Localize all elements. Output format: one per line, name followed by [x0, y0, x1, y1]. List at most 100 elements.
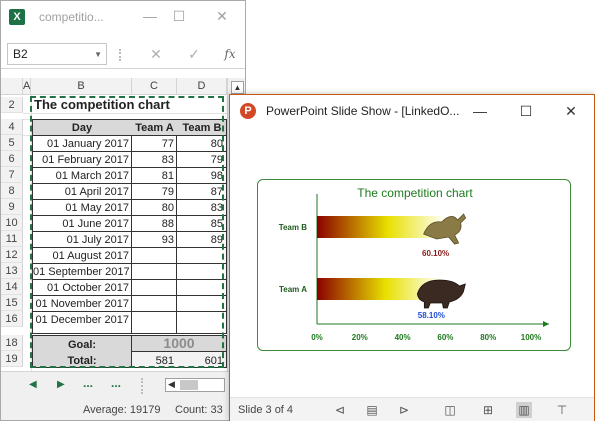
slide-menu-icon[interactable]: ▤	[364, 402, 380, 418]
powerpoint-title-bar[interactable]: P PowerPoint Slide Show - [LinkedO... — …	[230, 95, 594, 127]
cell-day[interactable]: 01 October 2017	[33, 280, 129, 296]
powerpoint-minimize-button[interactable]: —	[470, 101, 490, 121]
cancel-icon[interactable]: ✕	[147, 45, 165, 63]
previous-slide-icon[interactable]: ⊲	[332, 402, 348, 418]
horizontal-scrollbar[interactable]: ◀	[165, 378, 225, 392]
column-header-b[interactable]: B	[31, 78, 132, 95]
cell-day[interactable]: 01 January 2017	[33, 136, 129, 152]
chevron-down-icon[interactable]: ▼	[94, 50, 102, 59]
cell-day[interactable]: 01 December 2017	[33, 312, 129, 328]
slide-show-icon[interactable]: ⊤	[554, 402, 570, 418]
cell-team-b[interactable]	[177, 248, 223, 264]
slide-sorter-icon[interactable]: ⊞	[480, 402, 496, 418]
excel-title-bar[interactable]: X competitio... — ☐ ✕	[1, 1, 245, 35]
check-icon[interactable]: ✓	[185, 45, 203, 63]
total-team-a[interactable]: 581	[132, 353, 174, 369]
row-header[interactable]: 18	[1, 335, 23, 351]
total-team-b[interactable]: 601	[177, 353, 223, 369]
tab-splitter[interactable]	[141, 378, 143, 394]
table-header-team-b[interactable]: Team B	[177, 120, 227, 136]
row-header[interactable]: 13	[1, 263, 23, 279]
row-header[interactable]: 2	[1, 97, 23, 113]
column-header-d[interactable]: D	[177, 78, 227, 95]
cell-team-a[interactable]: 77	[132, 136, 174, 152]
cell-team-b[interactable]: 87	[177, 184, 223, 200]
cell-team-a[interactable]	[132, 312, 174, 328]
cell-team-b[interactable]: 89	[177, 232, 223, 248]
goal-label[interactable]: Goal:	[33, 336, 131, 354]
sheet-next-icon[interactable]: ▶	[57, 379, 65, 390]
cell-team-a[interactable]	[132, 264, 174, 280]
powerpoint-close-button[interactable]: ✕	[561, 101, 581, 121]
cell-team-b[interactable]: 79	[177, 152, 223, 168]
powerpoint-restore-button[interactable]: ☐	[516, 101, 536, 121]
formula-bar-grip[interactable]	[119, 49, 121, 61]
reading-view-icon[interactable]: ▥	[516, 402, 532, 418]
next-slide-icon[interactable]: ⊳	[396, 402, 412, 418]
cell-team-a[interactable]: 83	[132, 152, 174, 168]
insert-function-icon[interactable]: fx	[221, 45, 239, 63]
row-header[interactable]: 10	[1, 215, 23, 231]
sheet-prev-icon[interactable]: ◀	[29, 379, 37, 390]
cell-team-a[interactable]	[132, 248, 174, 264]
slide-canvas[interactable]: The competition chart 0% 20% 40% 60% 80% 100%…	[230, 127, 594, 395]
row-header[interactable]: 8	[1, 183, 23, 199]
cell-team-b[interactable]: 80	[177, 136, 223, 152]
cell-team-b[interactable]	[177, 296, 223, 312]
row-header[interactable]: 4	[1, 119, 23, 135]
excel-close-button[interactable]: ✕	[213, 7, 231, 25]
cell-day[interactable]: 01 March 2017	[33, 168, 129, 184]
row-header[interactable]: 16	[1, 311, 23, 327]
cell-team-a[interactable]: 79	[132, 184, 174, 200]
excel-restore-button[interactable]: ☐	[170, 7, 188, 25]
cell-team-a[interactable]	[132, 296, 174, 312]
total-label[interactable]: Total:	[33, 353, 131, 369]
cell-team-a[interactable]: 88	[132, 216, 174, 232]
sheet-more-left[interactable]: ...	[83, 376, 93, 390]
normal-view-icon[interactable]: ◫	[442, 402, 458, 418]
cell-team-b[interactable]	[177, 312, 223, 328]
cell-day[interactable]: 01 November 2017	[33, 296, 129, 312]
sheet-title[interactable]: The competition chart	[34, 97, 226, 113]
cell-team-a[interactable]: 93	[132, 232, 174, 248]
cell-day[interactable]: 01 May 2017	[33, 200, 129, 216]
cell-day[interactable]: 01 February 2017	[33, 152, 129, 168]
x-tick-label: 0%	[311, 333, 323, 342]
scroll-left-icon[interactable]: ◀	[168, 379, 175, 390]
cell-day[interactable]: 01 September 2017	[33, 264, 129, 280]
cell-team-b[interactable]: 85	[177, 216, 223, 232]
row-header[interactable]: 12	[1, 247, 23, 263]
cell-day[interactable]: 01 June 2017	[33, 216, 129, 232]
table-header-day[interactable]: Day	[33, 120, 131, 136]
column-header-a[interactable]: A	[23, 78, 31, 95]
scroll-up-icon[interactable]: ▲	[231, 81, 244, 94]
cell-team-b[interactable]	[177, 280, 223, 296]
row-header[interactable]: 15	[1, 295, 23, 311]
cell-team-a[interactable]: 80	[132, 200, 174, 216]
excel-minimize-button[interactable]: —	[141, 7, 159, 25]
horizontal-scroll-thumb[interactable]	[180, 380, 198, 390]
name-box[interactable]: B2 ▼	[7, 43, 107, 65]
goal-value[interactable]: 1000	[132, 334, 226, 352]
cell-day[interactable]: 01 April 2017	[33, 184, 129, 200]
chart-frame[interactable]: The competition chart 0% 20% 40% 60% 80% 100%…	[257, 179, 571, 351]
cell-day[interactable]: 01 August 2017	[33, 248, 129, 264]
column-header-c[interactable]: C	[132, 78, 177, 95]
select-all-corner[interactable]	[1, 78, 23, 95]
cell-team-b[interactable]: 83	[177, 200, 223, 216]
cell-team-b[interactable]: 98	[177, 168, 223, 184]
cell-day[interactable]: 01 July 2017	[33, 232, 129, 248]
row-header[interactable]: 11	[1, 231, 23, 247]
row-header[interactable]: 5	[1, 135, 23, 151]
row-header[interactable]: 6	[1, 151, 23, 167]
cell-team-a[interactable]	[132, 280, 174, 296]
row-header[interactable]: 19	[1, 351, 23, 367]
row-header[interactable]: 9	[1, 199, 23, 215]
sheet-more-right[interactable]: ...	[111, 376, 121, 390]
table-header-team-a[interactable]: Team A	[132, 120, 177, 136]
cell-team-a[interactable]: 81	[132, 168, 174, 184]
cell-team-b[interactable]	[177, 264, 223, 280]
competition-chart[interactable]: The competition chart 0% 20% 40% 60% 80% 100%…	[258, 180, 572, 352]
row-header[interactable]: 14	[1, 279, 23, 295]
row-header[interactable]: 7	[1, 167, 23, 183]
